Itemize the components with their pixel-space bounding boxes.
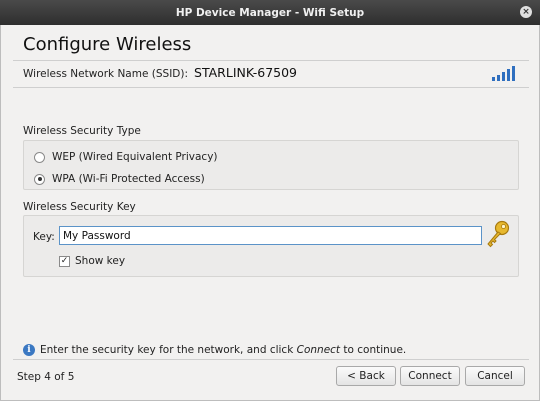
wpa-radio[interactable] [34, 173, 45, 185]
back-button[interactable]: < Back [336, 366, 396, 386]
show-key-row[interactable]: ✓ Show key [59, 255, 125, 267]
window-titlebar[interactable]: HP Device Manager - Wifi Setup × [0, 0, 540, 25]
ssid-divider [13, 87, 529, 88]
show-key-checkbox[interactable]: ✓ [59, 255, 70, 267]
security-key-input[interactable] [59, 226, 482, 245]
title-divider [13, 60, 529, 61]
page-title: Configure Wireless [23, 34, 192, 55]
close-button[interactable]: × [520, 6, 532, 18]
wizard-window: Configure Wireless Wireless Network Name… [0, 25, 540, 401]
wifi-signal-strength-icon [492, 66, 515, 81]
ssid-label: Wireless Network Name (SSID): [23, 68, 189, 80]
cancel-button[interactable]: Cancel [465, 366, 525, 386]
wpa-radio-label: WPA (Wi-Fi Protected Access) [52, 173, 205, 185]
connect-button[interactable]: Connect [400, 366, 460, 386]
window-title: HP Device Manager - Wifi Setup [175, 6, 365, 19]
security-key-label: Wireless Security Key [23, 201, 136, 213]
close-icon: × [522, 7, 530, 17]
wep-radio-label: WEP (Wired Equivalent Privacy) [52, 151, 218, 163]
ssid-value: STARLINK-67509 [194, 65, 298, 80]
security-type-label: Wireless Security Type [23, 125, 141, 137]
info-text: Enter the security key for the network, … [40, 344, 407, 356]
radio-option-wpa[interactable]: WPA (Wi-Fi Protected Access) [34, 173, 205, 185]
step-indicator: Step 4 of 5 [17, 371, 75, 383]
security-type-group: WEP (Wired Equivalent Privacy) WPA (Wi-F… [23, 140, 519, 190]
wep-radio[interactable] [34, 151, 45, 163]
ssid-row: Wireless Network Name (SSID): STARLINK-6… [23, 65, 297, 80]
radio-option-wep[interactable]: WEP (Wired Equivalent Privacy) [34, 151, 218, 163]
security-key-group: Key: ✓ Show key [23, 215, 519, 277]
footer-divider [13, 359, 529, 360]
key-field-label: Key: [33, 231, 55, 243]
show-key-label: Show key [75, 255, 126, 267]
key-icon [487, 220, 510, 248]
info-message: i Enter the security key for the network… [23, 344, 406, 356]
info-icon: i [23, 344, 35, 356]
